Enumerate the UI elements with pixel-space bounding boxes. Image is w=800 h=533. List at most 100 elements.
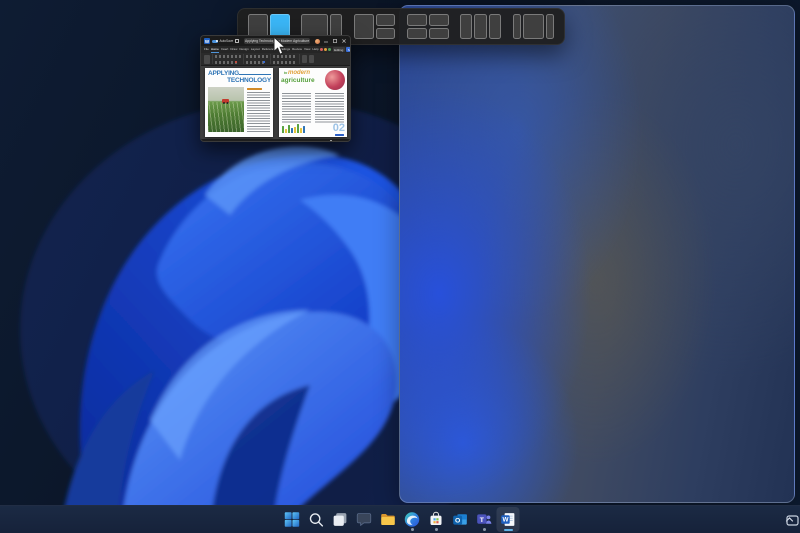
desktop: W AutoSave Applying Technology to Modern… [0,0,800,533]
document-page-2: to modern agriculture 02 [279,68,347,137]
chart-bar [297,124,299,133]
taskbar-file-explorer[interactable] [377,507,400,532]
collaborator-avatar[interactable] [328,48,332,51]
chart-bar [288,125,290,133]
snap-cell[interactable] [459,14,473,39]
collaborator-avatar[interactable] [324,48,328,51]
snap-cell[interactable] [523,14,544,39]
highlight-swatch [263,61,265,63]
word-app-icon: W [204,38,210,44]
publisher-logo [335,134,344,136]
chart-bar [291,128,293,133]
headline-modern: modern [288,70,311,76]
ribbon-tab-layout[interactable]: Layout [251,46,260,53]
store-icon [428,511,445,528]
collaborator-avatar[interactable] [320,48,324,51]
task-view-icon [332,511,349,528]
editing-dropdown[interactable]: Editing [332,47,345,52]
chart-bar [282,126,284,133]
snap-layout-four-quadrants [406,13,450,40]
ribbon-tab-help[interactable]: Help [312,46,318,53]
font-group[interactable] [215,54,241,64]
chart-bar [300,128,302,133]
snap-layout-three-columns-equal [459,13,503,40]
search-icon [308,511,325,528]
taskbar-start[interactable] [281,507,304,532]
taskbar-store[interactable] [425,507,448,532]
editor-button[interactable] [309,55,314,63]
snap-cell[interactable] [376,27,396,39]
svg-text:O: O [455,518,460,525]
body-text-placeholder [247,92,270,132]
headline-technology: TECHNOLOGY [227,77,271,84]
snap-cell[interactable] [474,14,487,39]
folder-icon [380,511,397,528]
autosave-toggle[interactable]: AutoSave [212,39,233,43]
svg-text:W: W [502,517,508,524]
taskbar-task-view[interactable] [329,507,352,532]
snap-cell[interactable] [376,14,396,26]
ribbon-tab-home[interactable]: Home [211,46,219,53]
close-button[interactable] [341,38,347,44]
user-avatar[interactable] [315,38,320,44]
chart-bar [303,126,305,133]
circular-photo [325,70,345,90]
save-icon[interactable] [235,39,240,43]
snap-cell[interactable] [406,14,427,26]
running-app-dot [434,528,438,531]
orange-subhead [247,88,262,90]
snap-cell[interactable] [512,14,522,39]
taskbar-search[interactable] [305,507,328,532]
taskbar: O TW [0,505,800,533]
chart-bar [294,127,296,133]
zoom-slider[interactable] [329,140,332,141]
outlook-icon: O [452,511,469,528]
font-color-swatch [235,61,237,63]
snap-cell[interactable] [428,14,449,26]
taskbar-edge[interactable] [401,507,424,532]
chat-icon [356,511,373,528]
edge-icon [404,511,421,528]
share-button[interactable]: Share [346,47,350,52]
status-bar: Page 1 of 2 100% [201,139,350,142]
headline-applying: APPLYING [208,70,240,77]
dictate-button[interactable] [302,55,307,63]
taskbar-chat[interactable] [353,507,376,532]
paste-button[interactable] [204,54,210,64]
body-text-placeholder [282,93,311,123]
autosave-label: AutoSave [219,39,234,43]
minimize-button[interactable] [323,38,329,44]
ribbon-tab-file[interactable]: File [204,46,209,53]
ribbon-tab-design[interactable]: Design [239,46,248,53]
taskbar-word[interactable]: W [496,507,520,532]
snap-cell[interactable] [428,27,449,39]
zoom-level[interactable]: 100% [338,140,346,142]
ribbon-tab-insert[interactable]: Insert [221,46,229,53]
mini-bar-chart [282,123,305,133]
tractor-field-photo [208,87,244,132]
word-icon: W [500,511,517,528]
snap-preview-zone [399,5,795,503]
ribbon-tab-review[interactable]: Review [292,46,302,53]
running-app-dot [410,528,414,531]
taskbar-outlook[interactable]: O [449,507,472,532]
document-canvas[interactable]: APPLYING TECHNOLOGY to modern agricultur… [201,66,350,139]
snap-cell[interactable] [488,14,502,39]
windows-start-icon [284,511,301,528]
page-count-label[interactable]: Page 1 of 2 [205,140,220,142]
tray-partial-icon[interactable] [786,514,799,527]
snap-cell[interactable] [545,14,555,39]
system-tray [785,506,799,533]
toggle-pill [212,39,218,43]
mouse-cursor [273,36,287,55]
ribbon-tab-draw[interactable]: Draw [230,46,237,53]
maximize-button[interactable] [332,38,338,44]
body-text-placeholder [315,93,344,123]
snap-cell[interactable] [406,27,427,39]
snap-cell[interactable] [353,14,375,39]
chart-bar [285,129,287,133]
ribbon-tab-view[interactable]: View [304,46,310,53]
tractor [222,98,230,105]
snap-layout-left-half-right-stacked [353,13,397,40]
taskbar-teams[interactable]: T [473,507,496,532]
